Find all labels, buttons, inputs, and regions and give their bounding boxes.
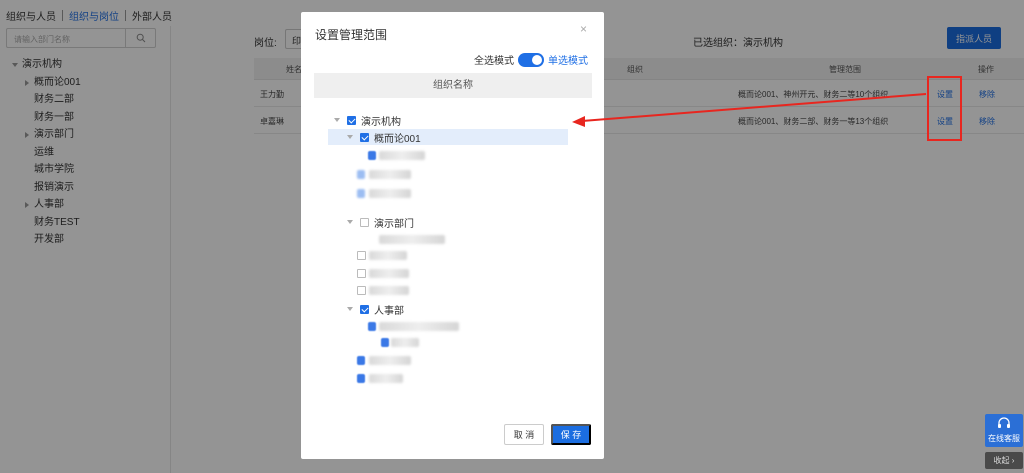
blurred-checkbox [357,374,365,383]
blurred-label [379,151,425,160]
checkbox-checked[interactable] [360,132,369,142]
headset-icon [998,417,1010,428]
collapse-button[interactable]: 收起 › [985,452,1023,469]
blurred-checkbox [368,151,376,160]
checkbox[interactable] [357,286,366,295]
blurred-checkbox [381,338,389,347]
tree-node-selected[interactable]: 概而论001 [328,129,568,145]
blurred-label [369,189,411,198]
blurred-checkbox [357,170,365,179]
blurred-label [369,374,403,383]
tree-node[interactable]: 演示部门 [347,214,414,230]
close-icon[interactable]: × [580,22,587,36]
toggle-knob [532,54,542,65]
blurred-label [369,251,407,260]
tree-node-label: 概而论001 [374,133,421,145]
blurred-label [369,356,411,365]
mode-switch-row: 全选模式 单选模式 [474,52,588,67]
save-button[interactable]: 保 存 [551,424,591,445]
chevron-down-icon[interactable] [347,307,353,311]
blurred-checkbox [357,189,365,198]
dialog-title: 设置管理范围 [315,28,388,42]
chevron-down-icon[interactable] [347,135,353,139]
online-service-button[interactable]: 在线客服 [985,414,1023,447]
blurred-label [391,338,419,347]
mode-all-label: 全选模式 [474,56,514,67]
checkbox[interactable] [357,251,366,260]
tree-node-label: 演示部门 [374,218,414,230]
checkbox[interactable] [357,269,366,278]
blurred-label [379,322,459,331]
annotation-highlight-box [927,76,962,141]
tree-node-label: 演示机构 [361,116,401,128]
cancel-button[interactable]: 取 消 [504,424,544,445]
tree-node[interactable]: 人事部 [347,301,404,317]
tree-node-label: 人事部 [374,305,404,317]
collapse-label: 收起 [993,456,1010,465]
checkbox-checked[interactable] [347,115,356,125]
chevron-right-icon: › [1009,456,1015,465]
org-name-header: 组织名称 [314,73,592,98]
chevron-down-icon[interactable] [334,118,340,122]
checkbox-checked[interactable] [360,304,369,314]
online-service-label: 在线客服 [988,434,1020,443]
manage-scope-dialog: 设置管理范围 × 全选模式 单选模式 组织名称 演示机构 概而论001 演示部门… [301,12,604,459]
mode-toggle[interactable] [518,52,544,67]
mode-single-label: 单选模式 [548,56,588,67]
checkbox[interactable] [360,217,369,227]
blurred-label [369,170,411,179]
blurred-label [369,269,409,278]
blurred-checkbox [357,356,365,365]
tree-node-root[interactable]: 演示机构 [334,112,401,128]
blurred-label [379,235,445,244]
chevron-down-icon[interactable] [347,220,353,224]
blurred-checkbox [368,322,376,331]
blurred-label [369,286,409,295]
